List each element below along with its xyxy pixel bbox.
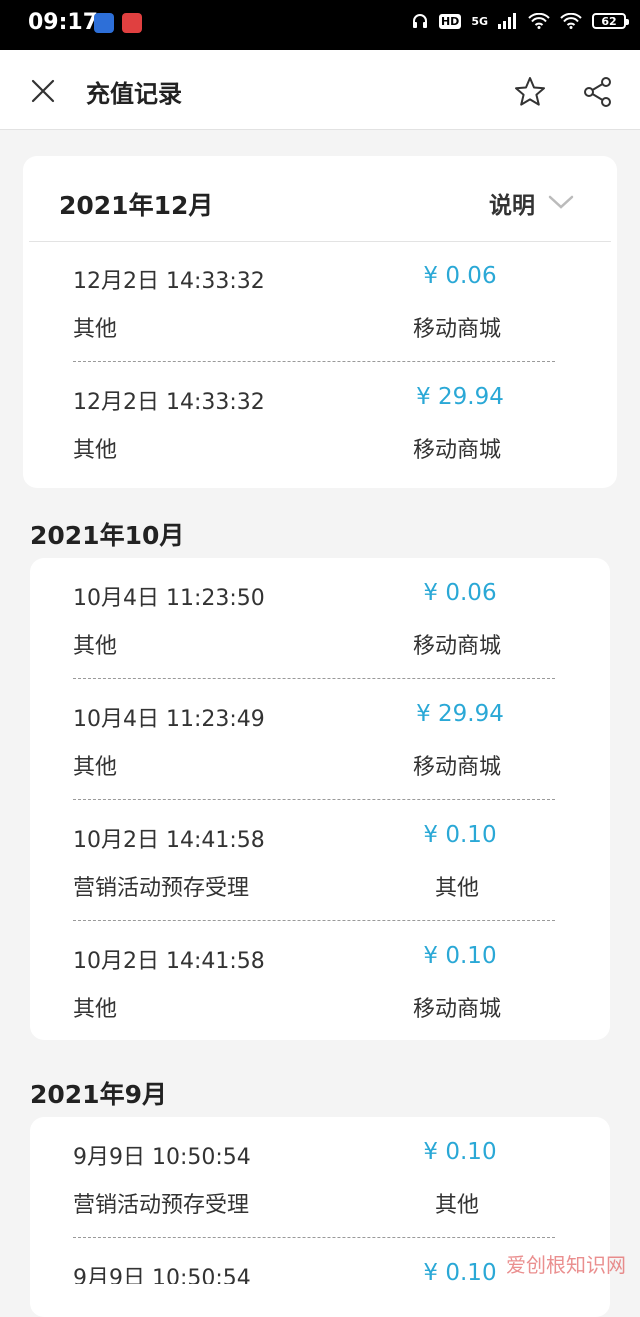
record-date: 12月2日 14:33:32 <box>73 269 265 294</box>
explain-button[interactable]: 说明 <box>489 186 535 220</box>
record-date: 12月2日 14:33:32 <box>73 390 265 415</box>
record-type: 其他 <box>73 438 118 463</box>
record-row[interactable]: 10月4日 11:23:50 ¥ 0.06 其他 移动商城 <box>73 558 555 679</box>
signal-icon <box>498 13 516 29</box>
status-bar: 09:17 HD 5G 62 <box>0 0 640 50</box>
record-row[interactable]: 12月2日 14:33:32 ¥ 29.94 其他 移动商城 <box>73 362 555 482</box>
watermark: 爱创根知识网 <box>506 1253 626 1277</box>
status-time: 09:17 <box>28 10 99 35</box>
record-channel: 移动商城 <box>412 997 501 1022</box>
record-type: 其他 <box>73 317 118 342</box>
chevron-down-icon[interactable] <box>547 192 575 212</box>
record-channel: 其他 <box>434 1193 479 1218</box>
favorite-star-icon[interactable] <box>512 74 548 110</box>
month-title: 2021年9月 <box>30 1080 167 1109</box>
record-channel: 移动商城 <box>412 634 501 659</box>
record-amount: ¥ 0.10 <box>423 943 497 969</box>
title-bar: 充值记录 <box>0 50 640 130</box>
wifi-icon <box>528 13 550 29</box>
record-date: 9月9日 10:50:54 <box>73 1266 251 1284</box>
card-header: 2021年12月 说明 <box>29 156 611 242</box>
record-row[interactable]: 12月2日 14:33:32 ¥ 0.06 其他 移动商城 <box>73 241 555 362</box>
record-date: 10月2日 14:41:58 <box>73 949 265 974</box>
headphone-icon <box>412 14 427 28</box>
app-notification-icon-2 <box>122 13 142 33</box>
record-type: 营销活动预存受理 <box>73 1193 250 1218</box>
record-type: 其他 <box>73 634 118 659</box>
record-channel: 移动商城 <box>412 317 501 342</box>
record-type: 其他 <box>73 997 118 1022</box>
record-channel: 其他 <box>434 876 479 901</box>
record-row[interactable]: 9月9日 10:50:54 ¥ 0.10 <box>73 1238 555 1284</box>
hd-badge: HD <box>438 13 462 29</box>
month-title: 2021年12月 <box>59 191 214 220</box>
page-title: 充值记录 <box>86 80 182 108</box>
record-amount: ¥ 0.10 <box>423 822 497 848</box>
month-title: 2021年10月 <box>30 521 185 550</box>
record-amount: ¥ 0.10 <box>423 1139 497 1165</box>
wifi-icon-2 <box>560 13 582 29</box>
record-date: 9月9日 10:50:54 <box>73 1145 251 1170</box>
record-amount: ¥ 29.94 <box>416 701 504 727</box>
record-date: 10月2日 14:41:58 <box>73 828 265 853</box>
record-date: 10月4日 11:23:50 <box>73 586 265 611</box>
record-date: 10月4日 11:23:49 <box>73 707 265 732</box>
record-amount: ¥ 29.94 <box>416 384 504 410</box>
record-channel: 移动商城 <box>412 438 501 463</box>
record-type: 营销活动预存受理 <box>73 876 250 901</box>
record-amount: ¥ 0.06 <box>423 263 497 289</box>
battery-indicator: 62 <box>592 13 629 29</box>
record-row[interactable]: 9月9日 10:50:54 ¥ 0.10 营销活动预存受理 其他 <box>73 1117 555 1238</box>
status-icons: HD 5G 62 <box>411 12 629 30</box>
close-icon[interactable] <box>26 74 60 108</box>
network-type: 5G <box>471 14 488 28</box>
record-type: 其他 <box>73 755 118 780</box>
app-notification-icon <box>94 13 114 33</box>
record-row[interactable]: 10月4日 11:23:49 ¥ 29.94 其他 移动商城 <box>73 679 555 800</box>
record-row[interactable]: 10月2日 14:41:58 ¥ 0.10 营销活动预存受理 其他 <box>73 800 555 921</box>
record-amount: ¥ 0.06 <box>423 580 497 606</box>
share-icon[interactable] <box>580 74 616 110</box>
record-row[interactable]: 10月2日 14:41:58 ¥ 0.10 其他 移动商城 <box>73 921 555 1041</box>
record-channel: 移动商城 <box>412 755 501 780</box>
